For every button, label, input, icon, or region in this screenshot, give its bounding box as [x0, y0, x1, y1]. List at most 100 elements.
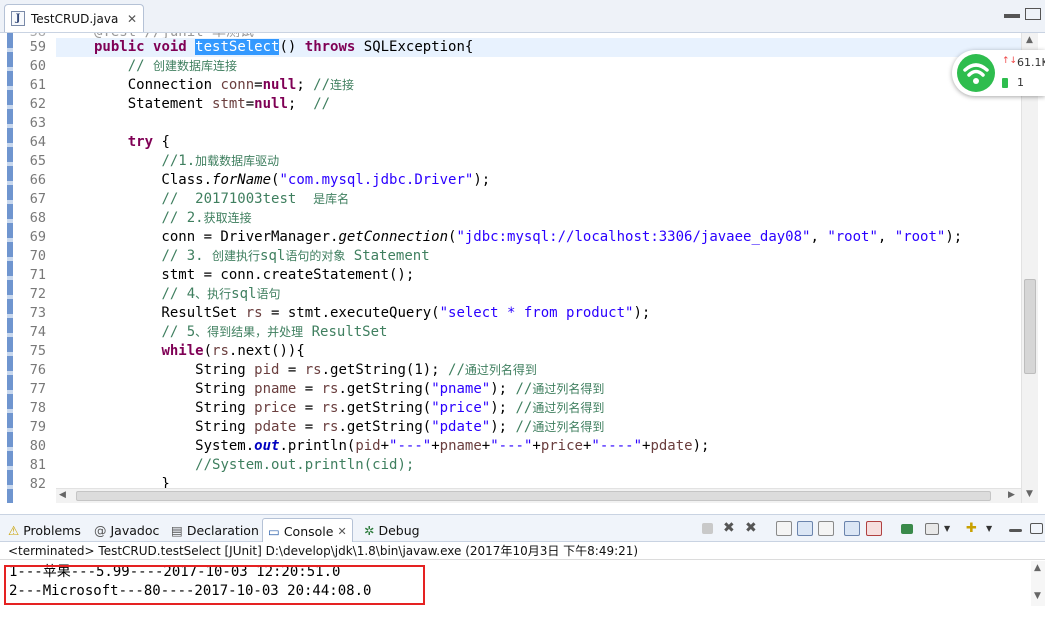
code-line: try { — [127, 134, 170, 150]
code-line: stmt = conn.createStatement(); — [94, 267, 415, 283]
code-line: //System.out.println(cid); — [195, 457, 415, 473]
quick-diff-ruler — [7, 33, 13, 503]
code-line: String pid = rs.getString(1); //通过列名得到 — [94, 362, 537, 378]
code-line: // 20171003test 是库名 — [161, 191, 350, 207]
java-file-icon: J — [11, 11, 25, 26]
problems-icon: ⚠ — [8, 522, 20, 538]
code-line: Statement stmt=null; // — [94, 96, 331, 112]
maximize-button[interactable] — [1025, 8, 1041, 20]
line-number: 63 — [29, 115, 46, 131]
code-line: ResultSet rs = stmt.executeQuery("select… — [94, 305, 651, 321]
line-number: 81 — [29, 457, 46, 473]
bottom-panel-tabs: ⚠ Problems @ Javadoc ▤ Declaration ▭ Con… — [0, 514, 1045, 543]
scroll-right-arrow-icon[interactable]: ▶ — [1008, 490, 1015, 500]
editor-tab[interactable]: J TestCRUD.java ✕ — [4, 4, 144, 32]
horizontal-scroll-thumb[interactable] — [76, 491, 991, 501]
tab-label: Javadoc — [110, 522, 160, 538]
close-tab-icon[interactable]: ✕ — [127, 12, 137, 26]
line-number: 61 — [29, 77, 46, 93]
code-line: Class.forName("com.mysql.jdbc.Driver"); — [94, 172, 491, 188]
network-monitor-widget[interactable]: ↑↓ 61.1K 1 — [952, 50, 1045, 96]
line-number: 67 — [29, 191, 46, 207]
scroll-lock-icon[interactable] — [797, 521, 813, 536]
editor-tab-title: TestCRUD.java — [31, 11, 119, 26]
line-number: 79 — [29, 419, 46, 435]
line-number: 75 — [29, 343, 46, 359]
code-line: //1.加载数据库驱动 — [161, 153, 280, 169]
clear-console-icon[interactable] — [776, 521, 792, 536]
tab-problems[interactable]: ⚠ Problems — [8, 519, 81, 541]
code-line: String price = rs.getString("price"); //… — [94, 400, 605, 416]
line-number: 72 — [29, 286, 46, 302]
highlight-box — [4, 565, 425, 605]
tab-declaration[interactable]: ▤ Declaration — [171, 519, 259, 541]
editor-horizontal-scrollbar[interactable]: ◀ ▶ — [56, 488, 1021, 503]
tab-label: Console — [283, 523, 334, 539]
new-console-icon[interactable]: ✚ — [966, 521, 982, 536]
code-line: public void testSelect() throws SQLExcep… — [94, 39, 474, 55]
scroll-up-arrow-icon[interactable]: ▲ — [1034, 563, 1041, 573]
code-line: // 4、执行sql语句 — [161, 286, 281, 302]
minimize-button[interactable] — [1004, 14, 1020, 18]
line-number: 80 — [29, 438, 46, 454]
code-line: // 创建数据库连接 — [127, 58, 238, 74]
line-number: 73 — [29, 305, 46, 321]
widget-count: 1 — [1017, 76, 1024, 89]
editor-tab-bar: J TestCRUD.java ✕ — [0, 0, 1045, 33]
line-number: 62 — [29, 96, 46, 112]
editor-vertical-scrollbar[interactable]: ▲ ▼ — [1021, 33, 1038, 503]
display-console-icon[interactable] — [925, 523, 939, 535]
code-line: String pname = rs.getString("pname"); //… — [94, 381, 605, 397]
scroll-up-arrow-icon[interactable]: ▲ — [1026, 35, 1033, 45]
line-number: 70 — [29, 248, 46, 264]
tab-label: Problems — [23, 522, 81, 538]
line-number: 64 — [29, 134, 46, 150]
debug-icon: ✲ — [364, 522, 375, 538]
battery-icon — [1002, 78, 1008, 88]
line-number: 78 — [29, 400, 46, 416]
code-line: System.out.println(pid+"---"+pname+"---"… — [94, 438, 710, 454]
show-on-stderr-icon[interactable] — [866, 521, 882, 536]
remove-all-launches-icon[interactable]: ✖ — [745, 521, 761, 536]
line-number: 60 — [29, 58, 46, 74]
tab-javadoc[interactable]: @ Javadoc — [94, 519, 159, 541]
line-number: 66 — [29, 172, 46, 188]
close-console-icon[interactable]: ✕ — [337, 525, 346, 538]
console-icon: ▭ — [268, 523, 280, 539]
code-line: Connection conn=null; //连接 — [94, 77, 355, 93]
scroll-down-arrow-icon[interactable]: ▼ — [1026, 489, 1033, 499]
code-line: // 3. 创建执行sql语句的对象 Statement — [161, 248, 430, 264]
line-number: 68 — [29, 210, 46, 226]
code-line: // 2.获取连接 — [161, 210, 252, 226]
code-editor[interactable]: 58 @Test //junit 单测试 59public void testS… — [0, 33, 1045, 507]
maximize-panel-button[interactable] — [1030, 523, 1043, 534]
console-vertical-scrollbar[interactable]: ▲ ▼ — [1031, 561, 1045, 606]
tab-console[interactable]: ▭ Console ✕ — [262, 518, 353, 543]
line-number: 77 — [29, 381, 46, 397]
new-console-dropdown-icon[interactable]: ▼ — [986, 524, 1002, 539]
up-down-arrows-icon: ↑↓ — [1002, 56, 1018, 66]
line-number: 69 — [29, 229, 46, 245]
code-line: while(rs.next()){ — [161, 343, 305, 359]
tab-debug[interactable]: ✲ Debug — [364, 519, 420, 541]
display-console-dropdown-icon[interactable]: ▼ — [944, 524, 960, 539]
remove-launch-icon[interactable]: ✖ — [723, 521, 739, 536]
vertical-scroll-thumb[interactable] — [1024, 279, 1036, 374]
scroll-left-arrow-icon[interactable]: ◀ — [59, 490, 66, 500]
line-number: 71 — [29, 267, 46, 283]
scroll-down-arrow-icon[interactable]: ▼ — [1034, 591, 1041, 601]
line-number: 82 — [29, 476, 46, 492]
line-number: 74 — [29, 324, 46, 340]
tab-label: Debug — [378, 522, 420, 538]
pin-console-icon[interactable] — [901, 524, 913, 534]
minimize-panel-button[interactable] — [1009, 529, 1022, 532]
word-wrap-icon[interactable] — [818, 521, 834, 536]
declaration-icon: ▤ — [171, 522, 183, 538]
network-speed: 61.1K — [1017, 56, 1045, 69]
show-on-stdout-icon[interactable] — [844, 521, 860, 536]
terminate-icon[interactable] — [702, 523, 713, 534]
line-number: 65 — [29, 153, 46, 169]
line-number: 76 — [29, 362, 46, 378]
code-line: // 5、得到结果，并处理 ResultSet — [161, 324, 388, 340]
line-number: 59 — [29, 39, 46, 55]
